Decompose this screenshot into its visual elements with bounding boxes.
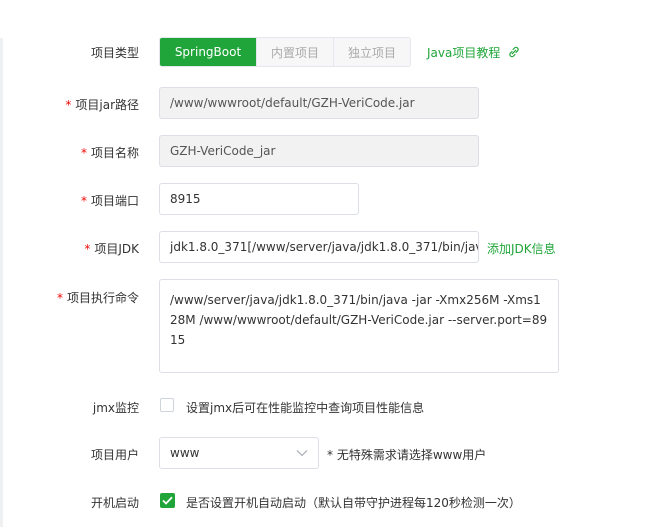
project-user-value: www	[170, 446, 200, 460]
java-tutorial-link-text: Java项目教程	[427, 46, 501, 60]
check-icon	[162, 496, 173, 505]
autostart-checkbox[interactable]	[160, 493, 175, 508]
java-tutorial-link[interactable]: Java项目教程	[427, 44, 520, 61]
tab-standalone-project[interactable]: 独立项目	[333, 38, 410, 66]
project-type-tabs: SpringBoot 内置项目 独立项目	[159, 37, 411, 67]
project-port-input[interactable]: 8915	[159, 183, 359, 215]
project-port-label: * 项目端口	[80, 194, 139, 208]
panel-left-edge	[0, 38, 3, 527]
jar-path-input[interactable]: /www/wwwroot/default/GZH-VeriCode.jar	[159, 87, 479, 119]
autostart-label: 开机启动	[90, 496, 139, 510]
required-mark: *	[56, 291, 63, 305]
tab-builtin-project[interactable]: 内置项目	[256, 38, 333, 66]
exec-command-textarea[interactable]: /www/server/java/jdk1.8.0_371/bin/java -…	[159, 279, 559, 373]
project-type-label: 项目类型	[90, 46, 139, 60]
chevron-down-icon	[296, 450, 308, 457]
project-user-label: 项目用户	[90, 448, 139, 462]
jmx-checkbox[interactable]	[160, 398, 174, 412]
project-name-label: * 项目名称	[80, 146, 139, 160]
jar-path-label: * 项目jar路径	[65, 98, 139, 112]
required-mark: *	[80, 194, 87, 208]
required-mark: *	[80, 146, 87, 160]
project-name-input[interactable]: GZH-VeriCode_jar	[159, 135, 479, 167]
tab-springboot[interactable]: SpringBoot	[160, 38, 256, 66]
jmx-label: jmx监控	[92, 401, 139, 415]
external-link-icon	[509, 46, 519, 58]
project-user-select[interactable]: www	[159, 437, 319, 469]
project-jdk-label: * 项目JDK	[84, 242, 139, 256]
exec-command-label: * 项目执行命令	[56, 291, 139, 305]
autostart-hint: 是否设置开机自动启动（默认自带守护进程每120秒检测一次）	[186, 496, 521, 510]
jmx-hint: 设置jmx后可在性能监控中查询项目性能信息	[186, 401, 425, 415]
required-mark: *	[65, 98, 72, 112]
project-user-hint: * 无特殊需求请选择www用户	[327, 448, 487, 462]
add-jdk-link[interactable]: 添加JDK信息	[487, 240, 556, 257]
required-mark: *	[84, 242, 91, 256]
project-jdk-select[interactable]: jdk1.8.0_371[/www/server/java/jdk1.8.0_3…	[159, 231, 479, 263]
